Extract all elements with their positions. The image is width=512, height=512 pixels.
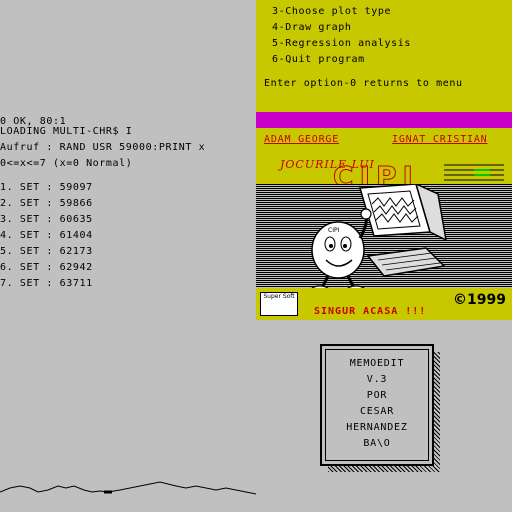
memo-line-2: V.3	[366, 374, 388, 385]
author-ignat: IGNAT CRISTIAN	[392, 134, 488, 145]
memo-line-6: BA\O	[363, 438, 391, 449]
memo-line-4: CESAR	[359, 406, 395, 417]
publisher-name: Super Soft	[263, 293, 295, 300]
menu-item-quit[interactable]: 6-Quit program	[272, 52, 365, 68]
stripes-decoration	[444, 164, 504, 181]
artwork-area: CIPI	[256, 184, 512, 290]
copyright-year: ©1999	[453, 292, 506, 308]
console-set-1: 1. SET : 59097	[0, 182, 93, 193]
console-call-line: Aufruf : RAND USR 59000:PRINT x	[0, 142, 206, 153]
publisher-logo: Super Soft	[260, 292, 298, 316]
menu-item-regression[interactable]: 5-Regression analysis	[272, 36, 411, 52]
menu-item-draw-graph[interactable]: 4-Draw graph	[272, 20, 351, 36]
title-band: JOCURILE LUI CIPI	[256, 158, 512, 188]
memo-line-3: POR	[366, 390, 388, 401]
memoedit-box: MEMOEDIT V.3 POR CESAR HERNANDEZ BA\O	[320, 344, 434, 466]
memo-line-1: MEMOEDIT	[349, 358, 405, 369]
terrain-line	[0, 481, 256, 495]
menu-panel: 3-Choose plot type 4-Draw graph 5-Regres…	[256, 0, 512, 112]
console-set-7: 7. SET : 63711	[0, 278, 93, 289]
console-range-line: 0<=x<=7 (x=0 Normal)	[0, 158, 133, 169]
bottom-band: Super Soft SINGUR ACASA !!! ©1999	[256, 288, 512, 320]
memoedit-inner-frame: MEMOEDIT V.3 POR CESAR HERNANDEZ BA\O	[325, 349, 429, 461]
menu-prompt: Enter option-0 returns to menu	[264, 78, 463, 89]
author-adam: ADAM GEORGE	[264, 134, 340, 145]
magenta-bar	[256, 112, 512, 128]
console-set-6: 6. SET : 62942	[0, 262, 93, 273]
console-set-4: 4. SET : 61404	[0, 230, 93, 241]
console-loading-line: LOADING MULTI-CHR$ I	[0, 126, 133, 137]
character-label: CIPI	[328, 227, 340, 234]
game-tagline: SINGUR ACASA !!!	[314, 306, 427, 317]
cipi-character-illustration: CIPI	[310, 184, 447, 290]
memo-line-5: HERNANDEZ	[346, 422, 408, 433]
menu-item-choose-plot[interactable]: 3-Choose plot type	[272, 4, 391, 20]
game-loading-screen: ADAM GEORGE IGNAT CRISTIAN JOCURILE LUI …	[256, 128, 512, 320]
console-set-2: 2. SET : 59866	[0, 198, 93, 209]
console-set-3: 3. SET : 60635	[0, 214, 93, 225]
console-set-5: 5. SET : 62173	[0, 246, 93, 257]
